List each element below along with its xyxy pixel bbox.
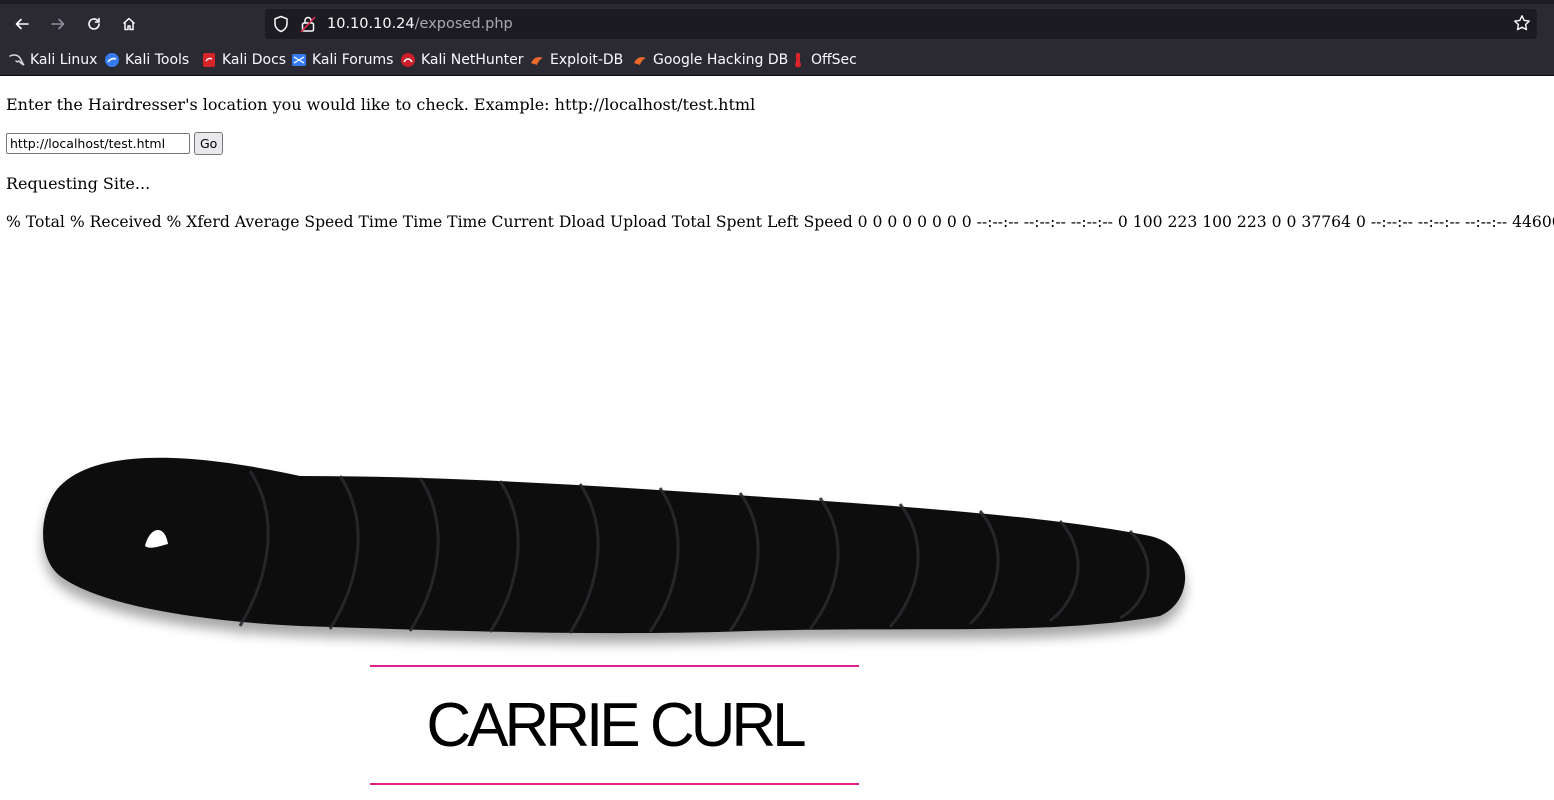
bookmark-label: OffSec [811,52,857,68]
requesting-status: Requesting Site... [6,174,151,193]
bookmark-label: Kali Forums [312,52,394,68]
tracking-protection-shield-icon[interactable] [273,15,289,33]
bookmark-kali-forums[interactable]: Kali Forums [291,50,393,70]
back-arrow-icon [15,18,29,30]
bookmark-kali-nethunter[interactable]: Kali NetHunter [400,50,523,70]
page-content: Enter the Hairdresser's location you wou… [0,76,1554,800]
bookmark-label: Kali NetHunter [421,52,524,68]
location-prompt: Enter the Hairdresser's location you wou… [6,95,756,114]
bookmarks-toolbar: Kali Linux Kali Tools Kali Docs Kali For… [0,46,1554,74]
location-form: Go [6,132,224,155]
bookmark-kali-linux[interactable]: Kali Linux [9,50,97,70]
browser-chrome: 10.10.10.24/exposed.php Kali Linux Kali … [0,0,1554,76]
url-text[interactable]: 10.10.10.24/exposed.php [327,15,513,33]
bookmark-offsec[interactable]: OffSec [790,50,857,70]
navigation-toolbar: 10.10.10.24/exposed.php [0,4,1554,44]
bookmark-kali-docs[interactable]: Kali Docs [201,50,286,70]
ghdb-icon [634,57,646,65]
hair-curl-image [43,457,1186,634]
bookmark-label: Google Hacking DB [653,52,789,68]
logo-top-rule [370,665,859,667]
home-icon [122,17,136,31]
kali-dragon-icon [9,54,25,66]
bookmark-label: Kali Tools [125,52,190,68]
forward-arrow-icon [51,18,65,30]
kali-forums-icon [292,54,306,66]
logo-bottom-rule [370,783,859,785]
logo-text: CARRIE CURL [426,691,806,760]
back-button[interactable] [8,10,36,38]
nethunter-icon [401,53,415,67]
exploit-db-icon [531,57,543,65]
url-path: /exposed.php [414,16,513,32]
bookmark-label: Exploit-DB [550,52,624,68]
bookmark-exploit-db[interactable]: Exploit-DB [529,50,623,70]
offsec-icon [795,53,801,68]
location-input[interactable] [6,133,190,154]
bookmark-label: Kali Docs [222,52,287,68]
reload-button[interactable] [80,10,108,38]
insecure-lock-icon[interactable] [300,15,316,33]
address-bar[interactable]: 10.10.10.24/exposed.php [265,9,1537,39]
bookmark-star-icon[interactable] [1513,14,1531,32]
forward-button[interactable] [44,10,72,38]
curl-progress-output: % Total % Received % Xferd Average Speed… [6,213,1554,231]
go-button[interactable]: Go [194,132,224,155]
bookmark-google-hacking-db[interactable]: Google Hacking DB [632,50,788,70]
bookmark-kali-tools[interactable]: Kali Tools [104,50,189,70]
home-button[interactable] [115,10,143,38]
kali-docs-icon [203,53,215,67]
kali-tools-icon [105,53,119,67]
url-host: 10.10.10.24 [327,16,415,32]
reload-icon [88,17,100,30]
bookmark-label: Kali Linux [30,52,98,68]
